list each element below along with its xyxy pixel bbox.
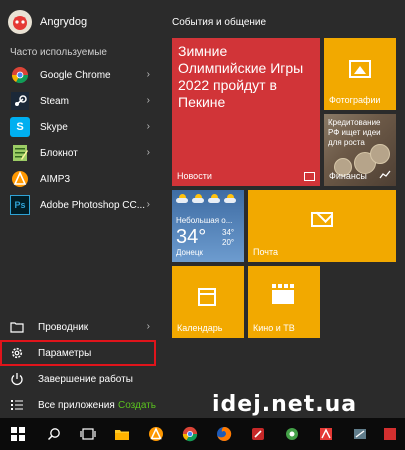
- calendar-label: Календарь: [177, 323, 223, 333]
- app-label: Блокнот: [40, 147, 78, 159]
- app-icon[interactable]: [310, 418, 342, 450]
- skype-icon: S: [10, 117, 30, 137]
- task-view-icon[interactable]: [72, 418, 104, 450]
- weather-low: 20°: [222, 238, 235, 247]
- all-apps-icon: [10, 398, 24, 412]
- finance-headline: Кредитование РФ ищет идеи для роста: [328, 118, 381, 147]
- app-icon[interactable]: [344, 418, 376, 450]
- calendar-icon: [198, 288, 216, 306]
- weather-high: 34°: [222, 228, 235, 237]
- power-label: Завершение работы: [38, 373, 133, 385]
- user-name: Angrydog: [40, 16, 88, 28]
- partly-cloudy-icon: [191, 193, 205, 203]
- movies-tv-tile[interactable]: Кино и ТВ: [248, 266, 320, 338]
- search-icon[interactable]: [38, 418, 70, 450]
- news-tile[interactable]: Зимние Олимпийские Игры 2022 пройдут в П…: [172, 38, 320, 186]
- photoshop-icon: Ps: [10, 195, 30, 215]
- mail-icon: [311, 212, 333, 227]
- watermark: idej.net.ua: [212, 392, 358, 417]
- app-label: Steam: [40, 95, 69, 107]
- partly-cloudy-icon: [175, 193, 189, 203]
- aimp-icon: [10, 169, 30, 189]
- chevron-right-icon[interactable]: ›: [147, 147, 150, 158]
- file-explorer-icon[interactable]: [106, 418, 138, 450]
- weather-tile[interactable]: Небольшая о... 34° 34° 20° Донецк: [172, 190, 244, 262]
- chrome-icon: [10, 65, 30, 85]
- chevron-right-icon[interactable]: ›: [147, 121, 150, 132]
- app-notepad[interactable]: Блокнот ›: [0, 140, 160, 166]
- user-avatar-icon: [8, 10, 32, 34]
- finance-label: Финансы: [329, 171, 367, 181]
- explorer-item[interactable]: Проводник ›: [0, 314, 160, 340]
- app-steam[interactable]: Steam ›: [0, 88, 160, 114]
- settings-label: Параметры: [38, 347, 92, 359]
- start-menu: Angrydog Часто используемые Google Chrom…: [0, 0, 405, 418]
- calendar-tile[interactable]: Календарь: [172, 266, 244, 338]
- app-adobe-photoshop[interactable]: Ps Adobe Photoshop CC... ›: [0, 192, 160, 218]
- app-icon[interactable]: [276, 418, 308, 450]
- all-apps-label: Все приложения: [38, 399, 115, 411]
- mail-tile[interactable]: Почта: [248, 190, 396, 262]
- app-label: Adobe Photoshop CC...: [40, 199, 146, 211]
- power-item[interactable]: Завершение работы: [0, 366, 160, 392]
- mail-label: Почта: [253, 247, 278, 257]
- app-label: Skype: [40, 121, 68, 133]
- gear-icon: [10, 346, 24, 360]
- create-link[interactable]: Создать: [118, 400, 156, 411]
- chevron-right-icon[interactable]: ›: [147, 95, 150, 106]
- app-skype[interactable]: S Skype ›: [0, 114, 160, 140]
- tiles-pane: События и общение Зимние Олимпийские Игр…: [160, 0, 405, 418]
- taskbar: [0, 418, 405, 450]
- notepad-icon: [10, 143, 30, 163]
- chevron-right-icon[interactable]: ›: [147, 199, 150, 210]
- frequent-app-list: Google Chrome › Steam › S Skype › Блокно…: [0, 62, 160, 218]
- windows-start-icon[interactable]: [2, 418, 34, 450]
- chevron-right-icon[interactable]: ›: [147, 321, 150, 332]
- chrome-icon[interactable]: [174, 418, 206, 450]
- weather-forecast-icons: [175, 193, 237, 203]
- app-label: Google Chrome: [40, 69, 111, 81]
- firefox-icon[interactable]: [208, 418, 240, 450]
- tile-group-title: События и общение: [172, 17, 267, 28]
- app-icon[interactable]: [375, 418, 405, 450]
- news-icon: [304, 172, 315, 181]
- photos-label: Фотографии: [329, 95, 381, 105]
- steam-icon: [10, 91, 30, 111]
- folder-icon: [10, 320, 24, 334]
- weather-temperature: 34°: [176, 226, 207, 248]
- aimp-icon[interactable]: [140, 418, 172, 450]
- weather-condition: Небольшая о...: [176, 216, 233, 225]
- partly-cloudy-icon: [223, 193, 237, 203]
- frequent-apps-label: Часто используемые: [10, 47, 107, 58]
- start-left-pane: Angrydog Часто используемые Google Chrom…: [0, 0, 160, 418]
- news-headline: Зимние Олимпийские Игры 2022 пройдут в П…: [178, 43, 304, 110]
- photos-tile[interactable]: Фотографии: [324, 38, 396, 110]
- app-aimp3[interactable]: AIMP3: [0, 166, 160, 192]
- trend-chart-icon: [379, 169, 391, 181]
- news-label: Новости: [177, 171, 212, 181]
- app-label: AIMP3: [40, 173, 71, 185]
- explorer-label: Проводник: [38, 321, 89, 333]
- chevron-right-icon[interactable]: ›: [147, 69, 150, 80]
- settings-item[interactable]: Параметры: [0, 340, 156, 366]
- app-icon[interactable]: [242, 418, 274, 450]
- weather-city: Донецк: [176, 248, 203, 257]
- clapperboard-icon: [272, 284, 294, 304]
- movies-label: Кино и ТВ: [253, 323, 295, 333]
- user-account[interactable]: Angrydog: [8, 9, 87, 35]
- finance-tile[interactable]: Кредитование РФ ищет идеи для роста Фина…: [324, 114, 396, 186]
- app-google-chrome[interactable]: Google Chrome ›: [0, 62, 160, 88]
- partly-cloudy-icon: [207, 193, 221, 203]
- power-icon: [10, 372, 24, 386]
- photo-icon: [349, 60, 371, 78]
